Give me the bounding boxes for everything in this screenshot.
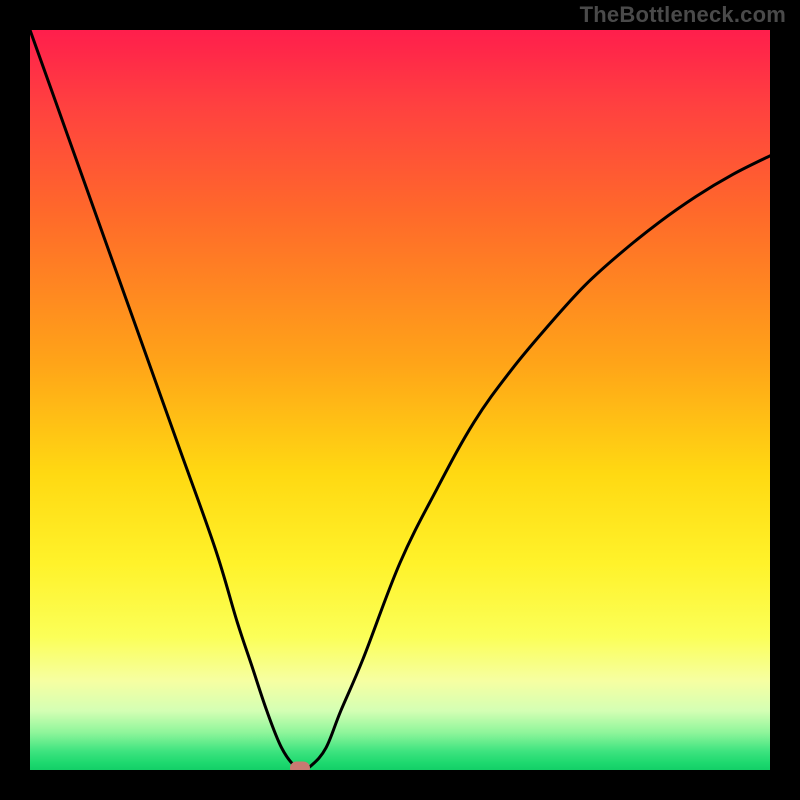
bottleneck-curve [30,30,770,769]
chart-frame: TheBottleneck.com [0,0,800,800]
watermark-text: TheBottleneck.com [580,2,786,28]
optimal-point-marker [290,761,310,770]
plot-area [30,30,770,770]
curve-svg [30,30,770,770]
